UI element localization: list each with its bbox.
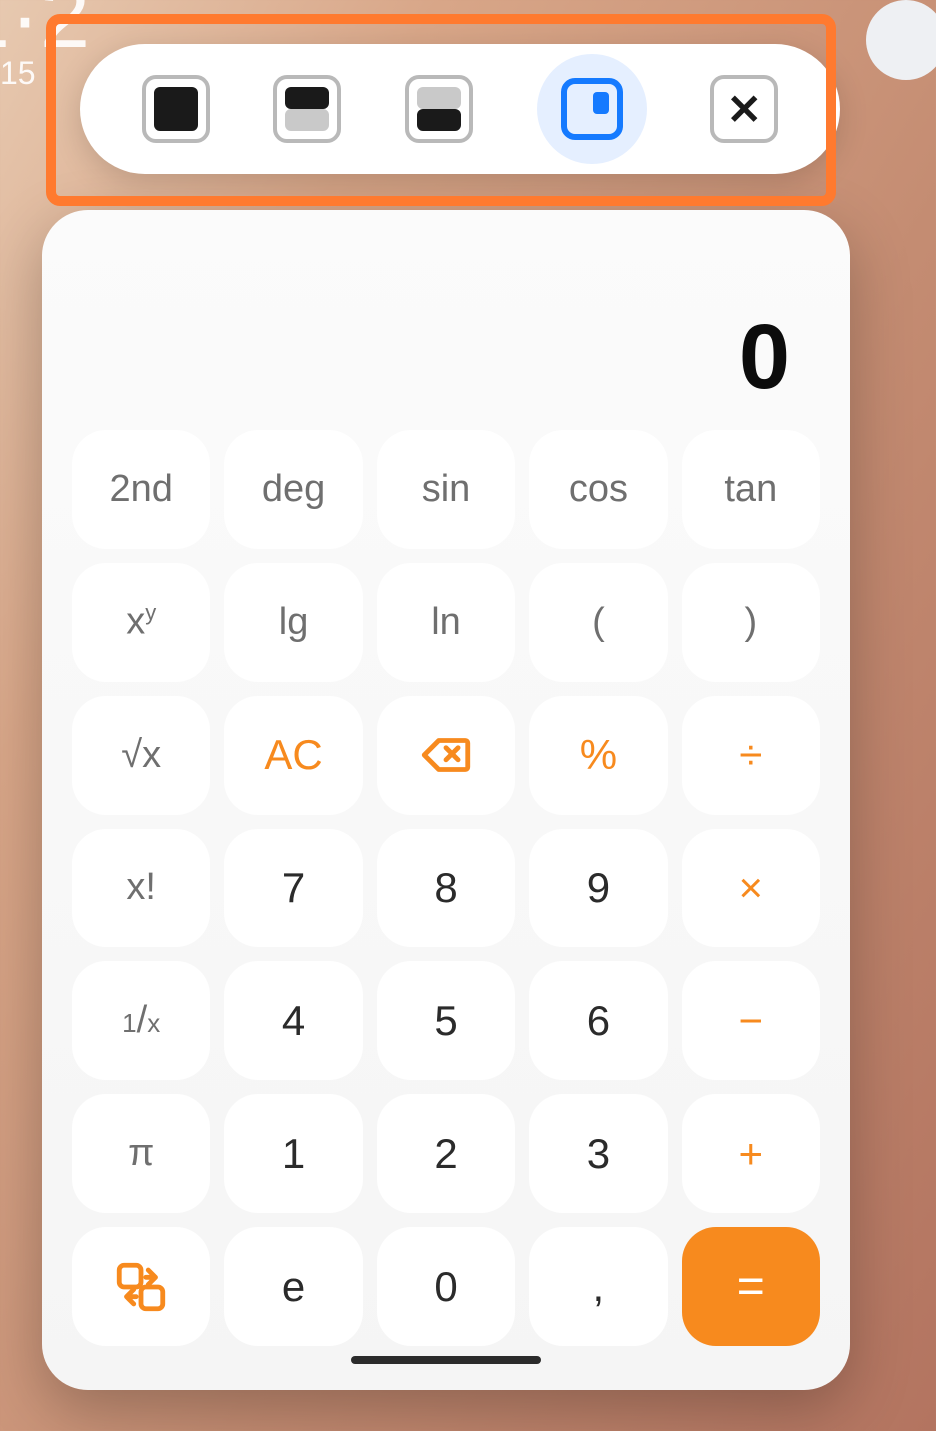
window-option-close[interactable]: ✕	[710, 75, 778, 143]
key-d7[interactable]: 7	[224, 829, 362, 948]
key-plus[interactable]: +	[682, 1094, 820, 1213]
key-label: 2nd	[109, 468, 172, 511]
key-d1[interactable]: 1	[224, 1094, 362, 1213]
key-tan[interactable]: tan	[682, 430, 820, 549]
window-controls-bar: ✕	[80, 44, 840, 174]
window-option-split-top[interactable]	[273, 75, 341, 143]
key-d5[interactable]: 5	[377, 961, 515, 1080]
calculator-keypad: 2nd deg sin cos tan xy lg ln () √x AC% ÷ x! 7 8 9 × 1/x 4 5…	[72, 430, 820, 1346]
key-minus[interactable]: −	[682, 961, 820, 1080]
key-d3[interactable]: 3	[529, 1094, 667, 1213]
key-label: =	[737, 1259, 765, 1314]
key-recip[interactable]: 1/x	[72, 961, 210, 1080]
key-sin[interactable]: sin	[377, 430, 515, 549]
key-label: 8	[434, 864, 457, 912]
display-value: 0	[739, 305, 790, 410]
key-lparen[interactable]: (	[529, 563, 667, 682]
key-mult[interactable]: ×	[682, 829, 820, 948]
key-d6[interactable]: 6	[529, 961, 667, 1080]
key-e[interactable]: e	[224, 1227, 362, 1346]
wallpaper-date: 15	[0, 64, 90, 83]
key-d0[interactable]: 0	[377, 1227, 515, 1346]
key-label: ,	[593, 1263, 605, 1311]
calculator-window: 0 2nd deg sin cos tan xy lg ln () √x AC% ÷ x! 7 8 9 × 1/x…	[42, 210, 850, 1390]
window-option-floating-selected[interactable]	[537, 54, 647, 164]
key-label: deg	[262, 468, 325, 511]
key-swap[interactable]	[72, 1227, 210, 1346]
key-label: 0	[434, 1263, 457, 1311]
key-label: 1	[282, 1130, 305, 1178]
key-label: ÷	[739, 731, 762, 779]
key-label: )	[744, 601, 757, 644]
wallpaper-clock: 1·2 15	[0, 0, 90, 83]
key-ln[interactable]: ln	[377, 563, 515, 682]
key-label: ln	[431, 601, 461, 644]
key-d8[interactable]: 8	[377, 829, 515, 948]
key-second[interactable]: 2nd	[72, 430, 210, 549]
key-equals[interactable]: =	[682, 1227, 820, 1346]
key-label: tan	[724, 468, 777, 511]
key-sqrt[interactable]: √x	[72, 696, 210, 815]
key-label: √x	[121, 734, 161, 777]
key-fact[interactable]: x!	[72, 829, 210, 948]
swap-icon	[112, 1258, 170, 1316]
key-label: 6	[587, 997, 610, 1045]
key-label: 5	[434, 997, 457, 1045]
key-label: π	[128, 1132, 154, 1175]
key-label: x!	[126, 866, 156, 909]
key-label: sin	[422, 468, 471, 511]
key-pow[interactable]: xy	[72, 563, 210, 682]
key-label: +	[739, 1130, 764, 1178]
floating-window-icon	[561, 78, 623, 140]
key-label: cos	[569, 468, 628, 511]
key-label: lg	[279, 601, 309, 644]
key-cos[interactable]: cos	[529, 430, 667, 549]
key-label: xy	[126, 600, 156, 644]
key-divide[interactable]: ÷	[682, 696, 820, 815]
key-label: 3	[587, 1130, 610, 1178]
home-indicator[interactable]	[351, 1356, 541, 1364]
key-back[interactable]	[377, 696, 515, 815]
key-comma[interactable]: ,	[529, 1227, 667, 1346]
window-option-split-bottom[interactable]	[405, 75, 473, 143]
key-lg[interactable]: lg	[224, 563, 362, 682]
window-option-fullscreen[interactable]	[142, 75, 210, 143]
key-label: ×	[739, 864, 764, 912]
floating-bubble[interactable]	[866, 0, 936, 80]
key-label: 7	[282, 864, 305, 912]
key-d4[interactable]: 4	[224, 961, 362, 1080]
backspace-icon	[417, 726, 475, 784]
key-rparen[interactable]: )	[682, 563, 820, 682]
key-label: e	[282, 1263, 305, 1311]
key-label: 9	[587, 864, 610, 912]
key-d2[interactable]: 2	[377, 1094, 515, 1213]
calculator-display: 0	[72, 240, 820, 430]
key-label: %	[580, 731, 617, 779]
key-d9[interactable]: 9	[529, 829, 667, 948]
key-ac[interactable]: AC	[224, 696, 362, 815]
key-percent[interactable]: %	[529, 696, 667, 815]
key-label: 1/x	[122, 999, 160, 1042]
key-label: −	[739, 997, 764, 1045]
key-label: (	[592, 601, 605, 644]
key-label: AC	[264, 731, 322, 779]
key-deg[interactable]: deg	[224, 430, 362, 549]
key-label: 2	[434, 1130, 457, 1178]
close-icon: ✕	[727, 85, 762, 134]
key-label: 4	[282, 997, 305, 1045]
key-pi[interactable]: π	[72, 1094, 210, 1213]
wallpaper-time: 1·2	[0, 0, 90, 67]
